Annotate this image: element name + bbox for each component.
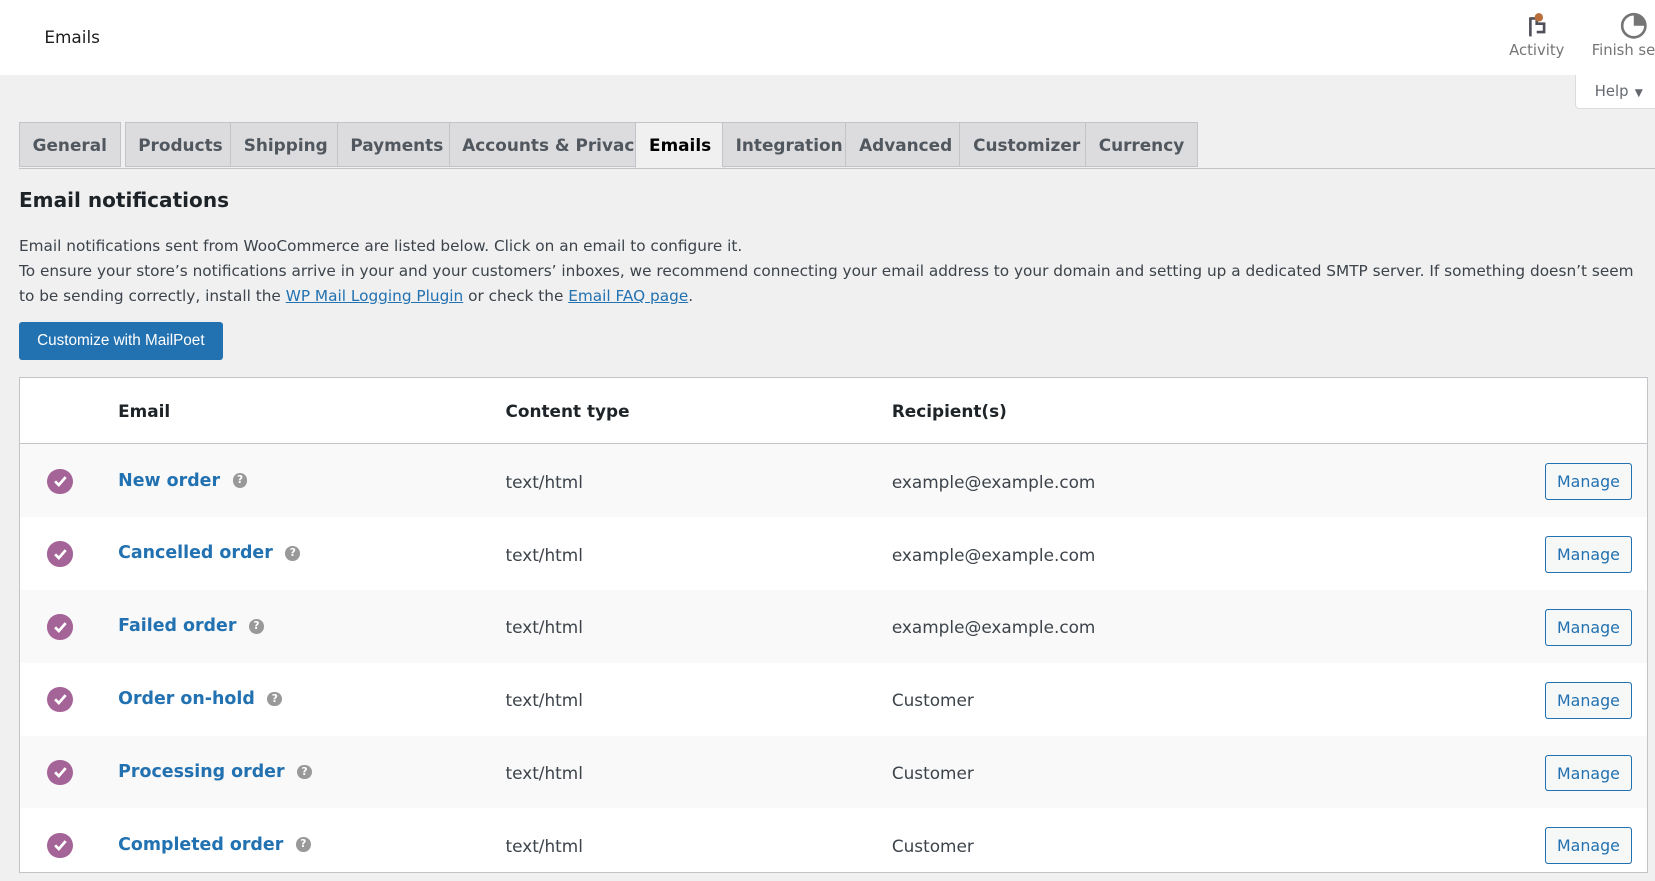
enabled-check-icon <box>47 832 73 858</box>
email-name: Cancelled order <box>118 543 273 564</box>
enabled-check-icon <box>47 759 73 786</box>
email-name-link[interactable]: Completed order? <box>118 835 311 855</box>
help-tooltip-icon[interactable]: ? <box>267 691 283 707</box>
column-email: Email <box>118 401 171 422</box>
tab-integration[interactable]: Integration <box>721 122 857 167</box>
manage-button[interactable]: Manage <box>1545 681 1632 719</box>
table-row: Cancelled order? text/html example@examp… <box>20 517 1647 590</box>
tab-currency[interactable]: Currency <box>1085 122 1198 167</box>
section-description: Email notifications sent from WooCommerc… <box>19 234 1644 308</box>
manage-button[interactable]: Manage <box>1545 608 1632 646</box>
email-name: New order <box>118 470 221 491</box>
help-tooltip-icon[interactable]: ? <box>297 764 312 780</box>
content-type: text/html <box>505 835 583 856</box>
activity-button[interactable]: Activity <box>1507 11 1566 60</box>
progress-icon <box>1620 12 1647 39</box>
recipient: example@example.com <box>891 471 1096 492</box>
tab-products[interactable]: Products <box>124 122 237 167</box>
tab-shipping[interactable]: Shipping <box>230 122 342 167</box>
help-tooltip-icon[interactable]: ? <box>285 546 301 561</box>
recipient: Customer <box>891 690 974 711</box>
recipient: Customer <box>891 763 974 783</box>
recipient: example@example.com <box>891 544 1096 565</box>
email-name-link[interactable]: Failed order? <box>118 616 264 636</box>
help-tooltip-icon[interactable]: ? <box>295 837 311 853</box>
enabled-check-icon <box>47 687 73 713</box>
enabled-check-icon <box>47 541 73 567</box>
email-name: Processing order <box>118 761 285 782</box>
content-type: text/html <box>505 617 583 638</box>
description-text: To ensure your store’s notifications arr… <box>18 262 1634 305</box>
email-table: Email Content type Recipient(s) New orde… <box>18 376 1648 873</box>
help-tab[interactable]: Help ▼ <box>1574 74 1655 109</box>
column-recipients: Recipient(s) <box>891 401 1007 422</box>
description-line: Email notifications sent from WooCommerc… <box>18 237 743 256</box>
help-label: Help <box>1594 83 1629 101</box>
table-row: Failed order? text/html example@example.… <box>19 589 1647 663</box>
manage-button[interactable]: Manage <box>1545 754 1632 792</box>
email-name: Failed order <box>118 616 237 637</box>
tab-general[interactable]: General <box>18 122 121 167</box>
settings-tabs: General Products Shipping Payments Accounts … <box>18 122 1655 169</box>
tab-accounts-privacy[interactable]: Accounts & Privacy <box>448 122 660 167</box>
table-row: Processing order? text/html Customer Man… <box>19 735 1647 809</box>
caret-down-icon: ▼ <box>1634 87 1643 100</box>
email-name-link[interactable]: Cancelled order? <box>118 543 301 564</box>
flag-icon <box>1529 12 1546 36</box>
tab-payments[interactable]: Payments <box>336 122 457 167</box>
table-header: Email Content type Recipient(s) <box>19 378 1647 445</box>
description-text: or check the <box>463 286 569 305</box>
table-row: New order? text/html example@example.com… <box>19 444 1647 518</box>
content-type: text/html <box>505 471 583 492</box>
table-row: Order on-hold? text/html Customer Manage <box>20 663 1647 736</box>
description-text: . <box>688 286 694 305</box>
help-tooltip-icon[interactable]: ? <box>249 618 264 634</box>
email-name-link[interactable]: Processing order? <box>118 762 312 782</box>
content-type: text/html <box>505 544 583 565</box>
tab-emails[interactable]: Emails <box>635 122 725 168</box>
tab-advanced[interactable]: Advanced <box>845 122 966 167</box>
top-bar: Emails Activity Finish setup <box>0 0 1655 75</box>
customize-mailpoet-button[interactable]: Customize with MailPoet <box>18 321 223 360</box>
content-type: text/html <box>505 690 583 711</box>
manage-button[interactable]: Manage <box>1545 463 1632 501</box>
page-title: Emails <box>44 27 100 48</box>
enabled-check-icon <box>47 614 73 640</box>
wp-mail-logging-link[interactable]: WP Mail Logging Plugin <box>286 287 464 305</box>
email-name-link[interactable]: Order on-hold? <box>118 689 283 710</box>
section-title: Email notifications <box>18 187 230 212</box>
recipient: Customer <box>891 835 974 856</box>
finish-setup-button[interactable]: Finish setup <box>1591 11 1655 60</box>
enabled-check-icon <box>47 468 73 494</box>
manage-button[interactable]: Manage <box>1545 827 1632 865</box>
recipient: example@example.com <box>891 617 1096 638</box>
tab-customizer[interactable]: Customizer <box>959 122 1094 167</box>
finish-setup-label: Finish setup <box>1591 42 1655 60</box>
help-tooltip-icon[interactable]: ? <box>232 473 248 488</box>
email-name-link[interactable]: New order? <box>118 470 248 491</box>
manage-button[interactable]: Manage <box>1545 536 1632 573</box>
email-name: Order on-hold <box>118 689 255 710</box>
email-name: Completed order <box>118 834 284 855</box>
column-content-type: Content type <box>505 401 630 422</box>
content-type: text/html <box>505 763 583 783</box>
table-row: Completed order? text/html Customer Mana… <box>20 808 1647 881</box>
email-faq-link[interactable]: Email FAQ page <box>568 287 688 305</box>
activity-label: Activity <box>1509 42 1565 60</box>
